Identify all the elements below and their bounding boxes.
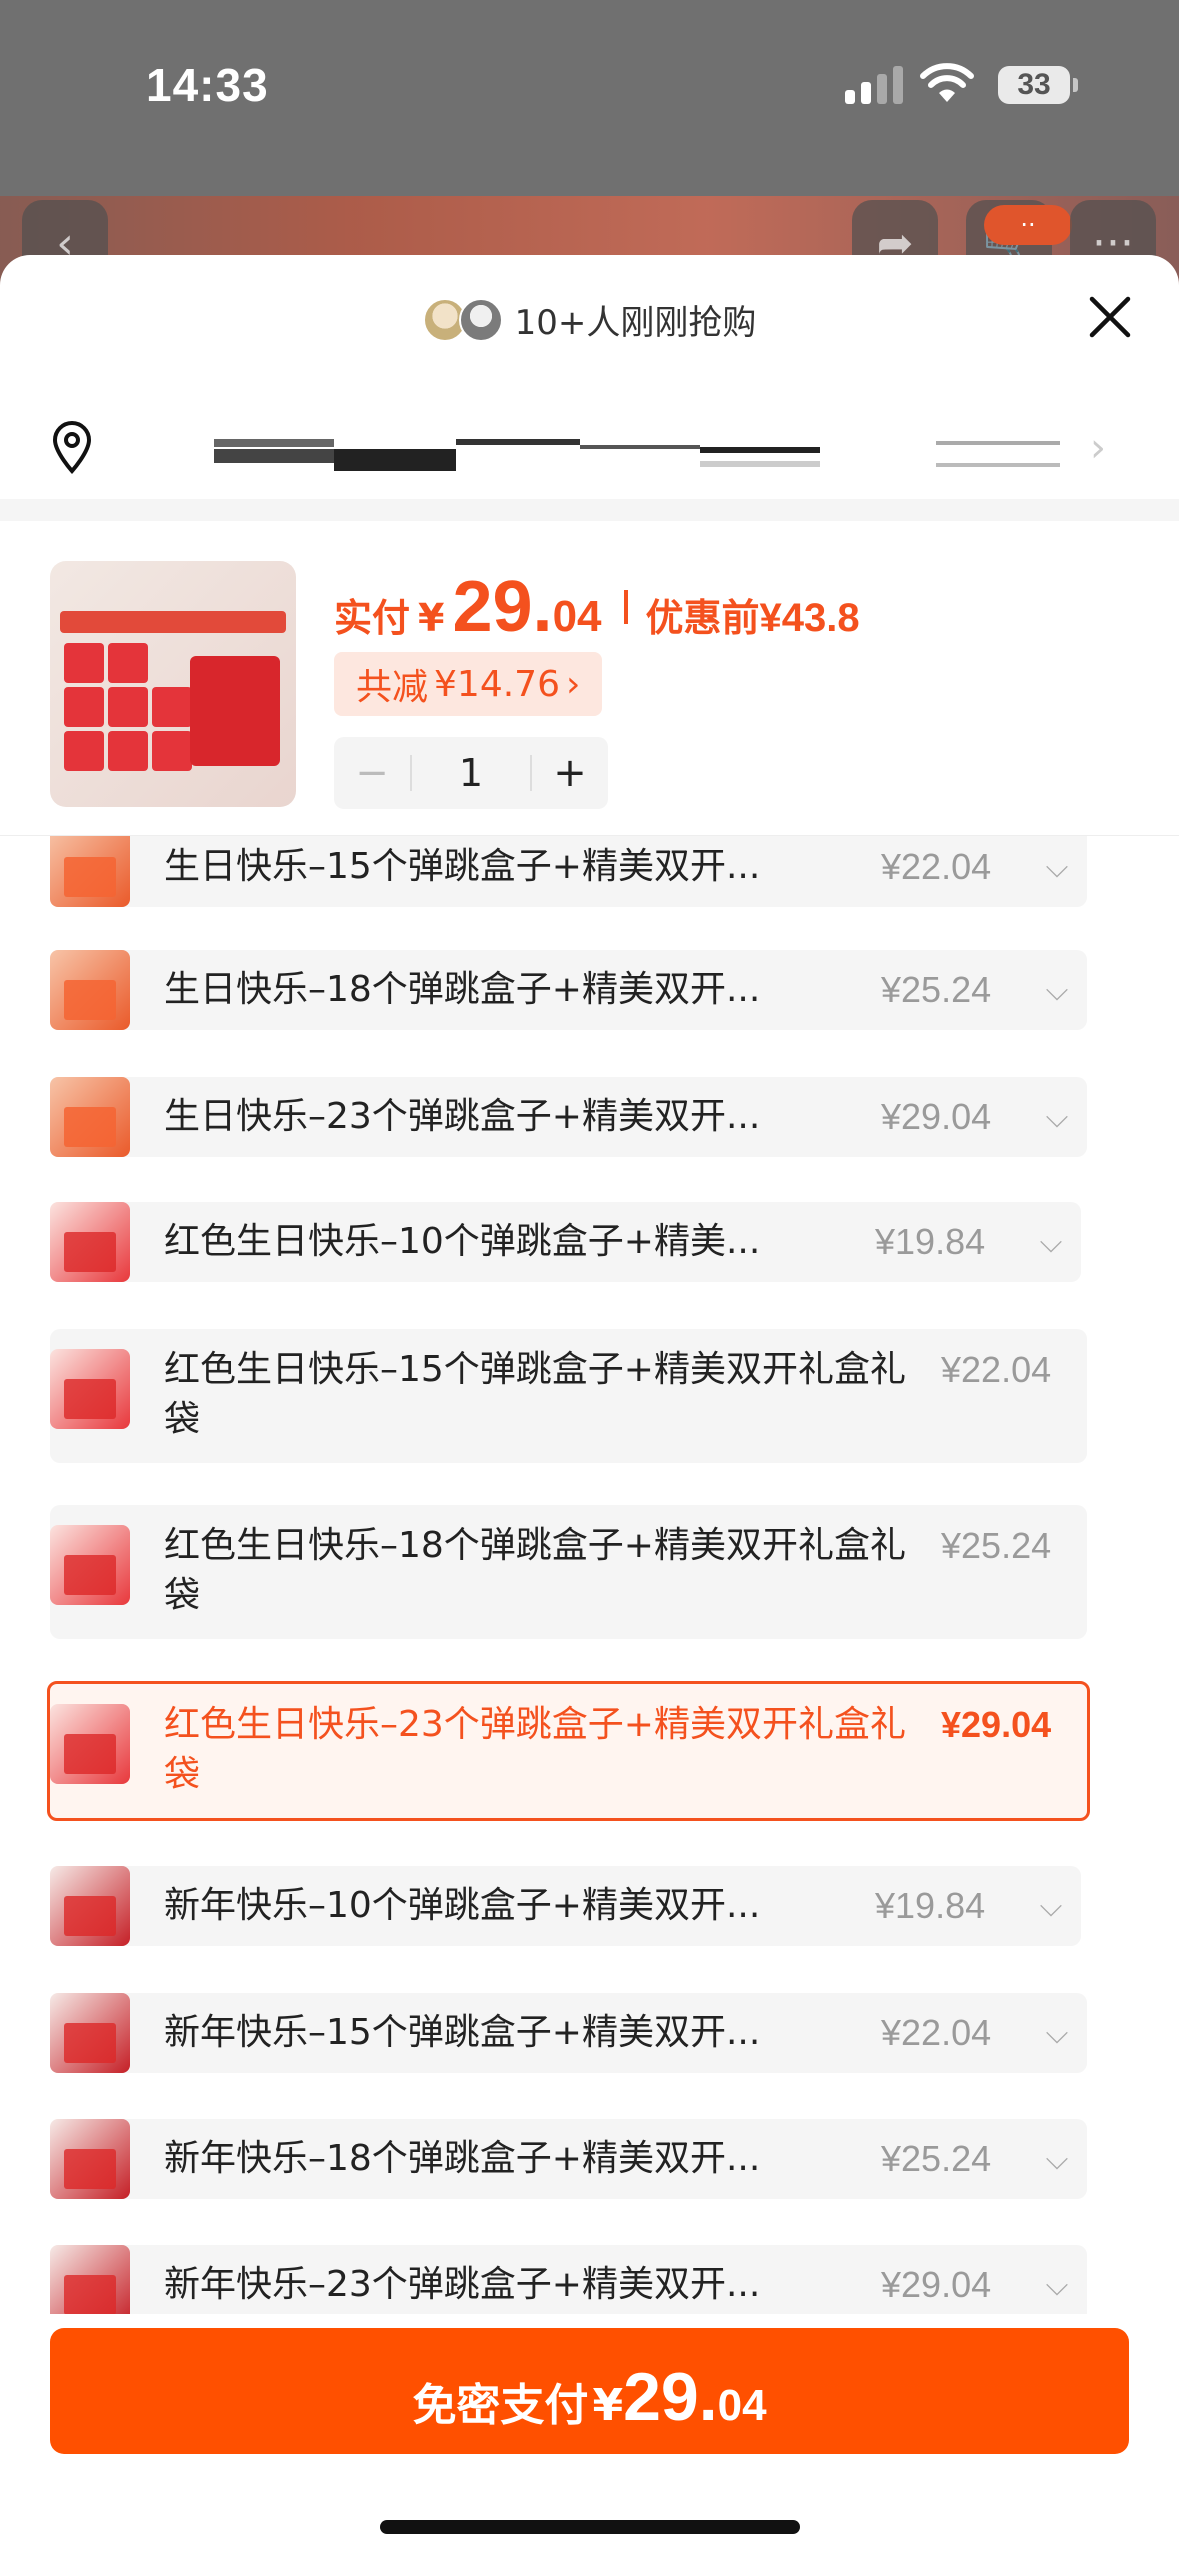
- variant-option[interactable]: 新年快乐–10个弹跳盒子+精美双开... ¥19.84 ⌵: [50, 1866, 1081, 1946]
- chevron-down-icon[interactable]: ⌵: [1027, 2142, 1087, 2177]
- currency-symbol: ¥: [418, 596, 445, 640]
- address-row[interactable]: ›: [0, 395, 1179, 495]
- final-price-label: 实付: [334, 596, 411, 640]
- variant-price: ¥22.04: [881, 846, 992, 887]
- product-image: [50, 561, 296, 807]
- variant-price: ¥29.04: [941, 1704, 1052, 1745]
- quantity-stepper: − 1 +: [334, 737, 608, 809]
- variant-thumbnail: [50, 836, 130, 907]
- discount-amount: ¥14.76: [434, 663, 560, 705]
- original-price-label: 优惠前: [645, 596, 760, 640]
- pay-amount-integer: 29.: [623, 2359, 718, 2435]
- chevron-right-icon: ›: [565, 663, 581, 705]
- chevron-down-icon[interactable]: ⌵: [1027, 973, 1087, 1008]
- variant-name: 新年快乐–18个弹跳盒子+精美双开...: [164, 2138, 761, 2179]
- variant-thumbnail: [50, 1077, 130, 1157]
- variant-thumbnail: [50, 1866, 130, 1946]
- pay-currency: ¥: [592, 2380, 624, 2431]
- variant-price: ¥22.04: [941, 1349, 1052, 1390]
- variant-name: 红色生日快乐–10个弹跳盒子+精美...: [164, 1221, 761, 1262]
- final-price-integer: 29.: [452, 567, 553, 647]
- chevron-down-icon[interactable]: ⌵: [1021, 1889, 1081, 1924]
- buyer-avatars: [422, 297, 503, 342]
- variant-price: ¥22.04: [881, 2012, 992, 2053]
- chevron-down-icon[interactable]: ⌵: [1021, 1225, 1081, 1260]
- cellular-signal-icon: [845, 66, 903, 104]
- variant-option[interactable]: 新年快乐–18个弹跳盒子+精美双开... ¥25.24 ⌵: [50, 2119, 1087, 2199]
- price-line: 实付 ¥ 29. 04 优惠前 ¥43.8: [334, 566, 860, 648]
- variant-option-selected[interactable]: 红色生日快乐–23个弹跳盒子+精美双开礼盒礼袋 ¥29.04: [47, 1681, 1090, 1821]
- variant-name: 红色生日快乐–18个弹跳盒子+精美双开礼盒礼袋: [164, 1525, 906, 1616]
- close-icon[interactable]: [1084, 291, 1136, 343]
- variant-thumbnail: [50, 1993, 130, 2073]
- avatar: [458, 297, 503, 342]
- variant-thumbnail: [50, 2245, 130, 2314]
- variant-name: 生日快乐–23个弹跳盒子+精美双开...: [164, 1096, 761, 1137]
- variant-price: ¥25.24: [881, 969, 992, 1010]
- variant-name: 生日快乐–15个弹跳盒子+精美双开...: [164, 846, 761, 887]
- chevron-down-icon[interactable]: ⌵: [1027, 2268, 1087, 2303]
- variant-option[interactable]: 新年快乐–23个弹跳盒子+精美双开... ¥29.04 ⌵: [50, 2245, 1087, 2314]
- original-price: ¥43.8: [759, 596, 860, 640]
- divider: [0, 499, 1179, 521]
- variant-name: 新年快乐–10个弹跳盒子+精美双开...: [164, 1885, 761, 1926]
- variant-option[interactable]: 生日快乐–23个弹跳盒子+精美双开... ¥29.04 ⌵: [50, 1077, 1087, 1157]
- increase-quantity-button[interactable]: +: [532, 750, 608, 796]
- recent-buyers: 10+人刚刚抢购: [0, 295, 1179, 344]
- status-time: 14:33: [146, 59, 269, 111]
- variant-option[interactable]: 生日快乐–15个弹跳盒子+精美双开... ¥22.04 ⌵: [50, 836, 1087, 907]
- variant-price: ¥29.04: [881, 1096, 992, 1137]
- variant-thumbnail: [50, 950, 130, 1030]
- pay-amount-decimal: 04: [717, 2381, 767, 2430]
- variant-price: ¥19.84: [875, 1221, 986, 1262]
- battery-icon: 33: [998, 66, 1070, 104]
- purchase-sheet: 10+人刚刚抢购 › 实付 ¥ 29. 04 优惠前 ¥43.8 共减 ¥14.…: [0, 255, 1179, 2556]
- variant-name: 红色生日快乐–23个弹跳盒子+精美双开礼盒礼袋: [164, 1704, 906, 1795]
- variant-list: 生日快乐–15个弹跳盒子+精美双开... ¥22.04 ⌵ 生日快乐–18个弹跳…: [0, 836, 1179, 2314]
- pay-button-label: 免密支付: [412, 2380, 589, 2431]
- pay-button[interactable]: 免密支付 ¥ 29. 04: [50, 2328, 1129, 2454]
- location-icon: [52, 421, 92, 474]
- home-indicator: [380, 2520, 800, 2534]
- variant-thumbnail: [50, 1525, 130, 1605]
- product-summary: 实付 ¥ 29. 04 优惠前 ¥43.8 共减 ¥14.76 › − 1 +: [0, 521, 1179, 836]
- battery-tip: [1073, 78, 1078, 92]
- chevron-down-icon[interactable]: ⌵: [1027, 2016, 1087, 2051]
- variant-thumbnail: [50, 1349, 130, 1429]
- variant-option[interactable]: 红色生日快乐–10个弹跳盒子+精美... ¥19.84 ⌵: [50, 1202, 1081, 1282]
- quantity-value[interactable]: 1: [410, 754, 532, 792]
- variant-price: ¥25.24: [941, 1525, 1052, 1566]
- variant-thumbnail: [50, 1704, 130, 1784]
- variant-name: 红色生日快乐–15个弹跳盒子+精美双开礼盒礼袋: [164, 1349, 906, 1440]
- discount-badge[interactable]: 共减 ¥14.76 ›: [334, 652, 603, 716]
- decrease-quantity-button[interactable]: −: [334, 750, 410, 796]
- discount-label: 共减: [356, 667, 429, 708]
- variant-option[interactable]: 新年快乐–15个弹跳盒子+精美双开... ¥22.04 ⌵: [50, 1993, 1087, 2073]
- address-redacted: [210, 435, 1060, 471]
- chevron-down-icon[interactable]: ⌵: [1027, 1100, 1087, 1135]
- variant-thumbnail: [50, 1202, 130, 1282]
- variant-name: 新年快乐–15个弹跳盒子+精美双开...: [164, 2012, 761, 2053]
- chevron-down-icon[interactable]: ⌵: [1027, 850, 1087, 885]
- chevron-right-icon: ›: [1090, 425, 1106, 471]
- variant-option[interactable]: 红色生日快乐–15个弹跳盒子+精美双开礼盒礼袋 ¥22.04: [50, 1329, 1087, 1463]
- cart-badge: ··: [984, 205, 1072, 245]
- variant-name: 生日快乐–18个弹跳盒子+精美双开...: [164, 969, 761, 1010]
- variant-thumbnail: [50, 2119, 130, 2199]
- variant-price: ¥19.84: [875, 1885, 986, 1926]
- variant-option[interactable]: 红色生日快乐–18个弹跳盒子+精美双开礼盒礼袋 ¥25.24: [50, 1505, 1087, 1639]
- variant-price: ¥25.24: [881, 2138, 992, 2179]
- wifi-icon: [920, 63, 974, 102]
- recent-buyers-text: 10+人刚刚抢购: [514, 303, 757, 343]
- variant-name: 新年快乐–23个弹跳盒子+精美双开...: [164, 2264, 761, 2305]
- price-separator: [623, 590, 628, 624]
- final-price-decimal: 04: [552, 592, 602, 641]
- variant-price: ¥29.04: [881, 2264, 992, 2305]
- variant-option[interactable]: 生日快乐–18个弹跳盒子+精美双开... ¥25.24 ⌵: [50, 950, 1087, 1030]
